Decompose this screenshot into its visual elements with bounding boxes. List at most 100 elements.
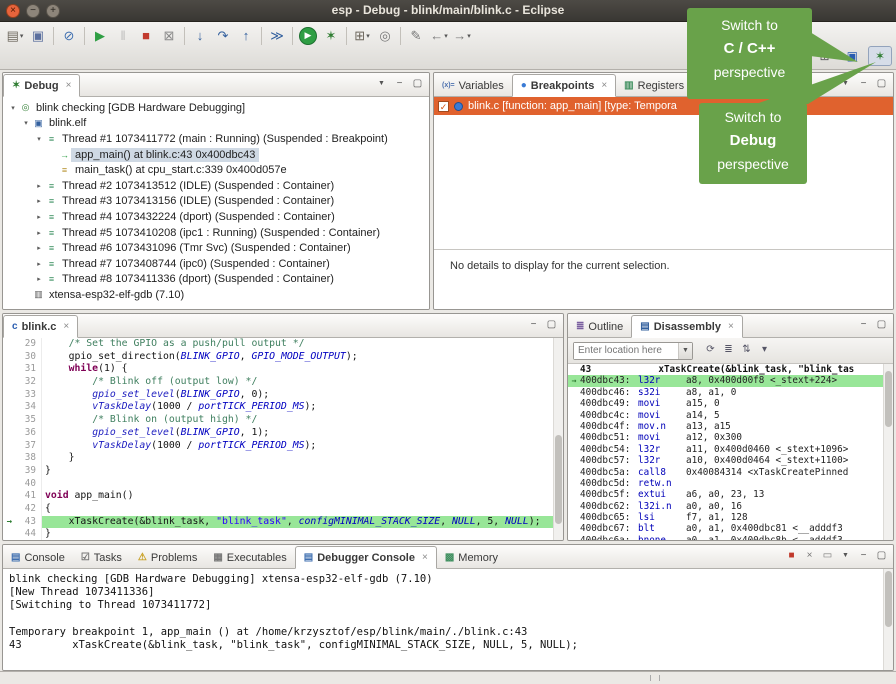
code-text[interactable]: {	[42, 503, 553, 516]
code-text[interactable]: gpio_set_level(BLINK_GPIO, 0);	[42, 389, 553, 402]
tab-disassembly[interactable]: ▤Disassembly×	[631, 315, 743, 338]
instruction-pointer-icon[interactable]: →	[3, 516, 16, 529]
code-text[interactable]: vTaskDelay(1000 / portTICK_PERIOD_MS);	[42, 401, 553, 414]
cpp-perspective-button[interactable]: ▣	[840, 46, 865, 66]
gutter-marker[interactable]	[3, 440, 16, 453]
expand-toggle-icon[interactable]: ▸	[33, 244, 45, 252]
last-edit-location-button[interactable]: ✎	[405, 25, 427, 47]
disconnect-button[interactable]: ⊠	[158, 25, 180, 47]
window-minimize-button[interactable]: −	[26, 4, 40, 18]
disasm-line[interactable]: 400dbc49:movia15, 0	[568, 398, 883, 409]
gutter-marker[interactable]	[3, 351, 16, 364]
terminate-button[interactable]: ■	[135, 25, 157, 47]
disasm-line[interactable]: 400dbc5d:retw.n	[568, 478, 883, 489]
disasm-line[interactable]: 400dbc57:l32ra10, 0x400d0464 <_stext+110…	[568, 455, 883, 466]
save-button[interactable]: ▣	[27, 25, 49, 47]
tree-row[interactable]: ▸≡Thread #2 1073413512 (IDLE) (Suspended…	[3, 178, 429, 194]
tab-outline[interactable]: ≣Outline	[568, 315, 631, 338]
breakpoint-checkbox[interactable]: ✓	[438, 101, 449, 112]
debug-perspective-button[interactable]: ✶	[868, 46, 892, 66]
tab-breakpoints[interactable]: ●Breakpoints×	[512, 74, 616, 97]
terminate-console-button[interactable]: ■	[784, 549, 799, 564]
tree-row[interactable]: ≡main_task() at cpu_start.c:339 0x400d05…	[3, 162, 429, 178]
step-into-button[interactable]: ↓	[189, 25, 211, 47]
window-close-button[interactable]: ×	[6, 4, 20, 18]
code-text[interactable]: }	[42, 452, 553, 465]
maximize-button[interactable]: ▢	[874, 549, 889, 564]
sash-grip[interactable]	[650, 675, 660, 681]
tab-debugger-console[interactable]: ▤Debugger Console×	[295, 546, 437, 569]
code-text[interactable]: /* Blink on (output high) */	[42, 414, 553, 427]
tree-row[interactable]: ▾▣blink.elf	[3, 116, 429, 132]
instruction-stepping-button[interactable]: ≫	[266, 25, 288, 47]
tab-tasks[interactable]: ☑Tasks	[73, 546, 130, 569]
window-maximize-button[interactable]: +	[46, 4, 60, 18]
tab-close-icon[interactable]: ×	[66, 80, 72, 91]
editor-scroll-thumb[interactable]	[555, 435, 562, 524]
resume-button[interactable]: ▶	[89, 25, 111, 47]
tree-row[interactable]: ▸≡Thread #3 1073413156 (IDLE) (Suspended…	[3, 194, 429, 210]
code-text[interactable]: vTaskDelay(1000 / portTICK_PERIOD_MS);	[42, 440, 553, 453]
code-text[interactable]: gpio_set_direction(BLINK_GPIO, GPIO_MODE…	[42, 351, 553, 364]
editor-lines[interactable]: 29 /* Set the GPIO as a push/pull output…	[3, 338, 553, 540]
code-text[interactable]: }	[42, 528, 553, 540]
new-button[interactable]: ▤▾	[4, 25, 26, 47]
gutter-marker[interactable]	[3, 503, 16, 516]
tab-console[interactable]: ▤Console	[3, 546, 73, 569]
maximize-button[interactable]: ▢	[410, 77, 425, 92]
tree-row[interactable]: ▾≡Thread #1 1073411772 (main : Running) …	[3, 131, 429, 147]
console-menu-button[interactable]: ▼	[838, 549, 853, 564]
gutter-marker[interactable]	[3, 427, 16, 440]
search-button[interactable]: ◎	[374, 25, 396, 47]
disasm-scroll-thumb[interactable]	[885, 371, 892, 427]
minimize-button[interactable]: −	[856, 318, 871, 333]
minimize-button[interactable]: −	[392, 77, 407, 92]
minimize-button[interactable]: −	[856, 549, 871, 564]
tree-row[interactable]: ▸≡Thread #8 1073411336 (dport) (Suspende…	[3, 272, 429, 288]
tab-close-icon[interactable]: ×	[728, 321, 734, 332]
maximize-button[interactable]: ▢	[874, 77, 889, 92]
view-menu-button[interactable]: ▼	[374, 77, 389, 92]
gutter-marker[interactable]	[3, 478, 16, 491]
tab-memory[interactable]: ▩Memory	[437, 546, 506, 569]
tree-row[interactable]: →app_main() at blink.c:43 0x400dbc43	[3, 147, 429, 163]
new-project-button[interactable]: ⊞▾	[351, 25, 373, 47]
tree-row[interactable]: ▥xtensa-esp32-elf-gdb (7.10)	[3, 287, 429, 303]
disasm-line[interactable]: 400dbc67:blta0, a1, 0x400dbc81 <__adddf3	[568, 523, 883, 534]
disasm-line[interactable]: 43 xTaskCreate(&blink_task, "blink_tas	[568, 364, 883, 375]
code-text[interactable]: /* Blink off (output low) */	[42, 376, 553, 389]
clear-console-button[interactable]: ▭	[820, 549, 835, 564]
gutter-marker[interactable]	[3, 528, 16, 540]
disasm-line[interactable]: 400dbc5a:call80x40084314 <xTaskCreatePin…	[568, 467, 883, 478]
expand-toggle-icon[interactable]: ▸	[33, 260, 45, 268]
code-text[interactable]: while(1) {	[42, 363, 553, 376]
code-text[interactable]: gpio_set_level(BLINK_GPIO, 1);	[42, 427, 553, 440]
console-scrollbar[interactable]	[883, 569, 893, 670]
back-button[interactable]: ←▾	[428, 25, 450, 47]
disasm-line[interactable]: 400dbc4c:movia14, 5	[568, 410, 883, 421]
code-text[interactable]	[42, 478, 553, 491]
tree-row[interactable]: ▾◎blink checking [GDB Hardware Debugging…	[3, 100, 429, 116]
disasm-line[interactable]: 400dbc62:l32i.na0, a0, 16	[568, 501, 883, 512]
step-over-button[interactable]: ↷	[212, 25, 234, 47]
expand-toggle-icon[interactable]: ▾	[33, 135, 45, 143]
expand-toggle-icon[interactable]: ▸	[33, 229, 45, 237]
gutter-marker[interactable]	[3, 338, 16, 351]
debug-button[interactable]: ✶	[320, 25, 342, 47]
console-scroll-thumb[interactable]	[885, 571, 892, 627]
open-perspective-button[interactable]: ⊞	[813, 46, 837, 66]
tab-registers[interactable]: ▥Registers	[616, 74, 692, 97]
gutter-marker[interactable]	[3, 490, 16, 503]
gutter-marker[interactable]	[3, 452, 16, 465]
maximize-button[interactable]: ▢	[544, 318, 559, 333]
disasm-line[interactable]: 400dbc4f:mov.na13, a15	[568, 421, 883, 432]
remove-launch-button[interactable]: ×	[802, 549, 817, 564]
disasm-line[interactable]: 400dbc6a:bnonea0, a1, 0x400dbc8b <__addd…	[568, 535, 883, 540]
code-text[interactable]: }	[42, 465, 553, 478]
expand-toggle-icon[interactable]: ▸	[33, 213, 45, 221]
disasm-line[interactable]: 400dbc5f:extuia6, a0, 23, 13	[568, 489, 883, 500]
suspend-button[interactable]: ‖	[112, 25, 134, 47]
code-text[interactable]: /* Set the GPIO as a push/pull output */	[42, 338, 553, 351]
expand-toggle-icon[interactable]: ▸	[33, 182, 45, 190]
step-return-button[interactable]: ↑	[235, 25, 257, 47]
